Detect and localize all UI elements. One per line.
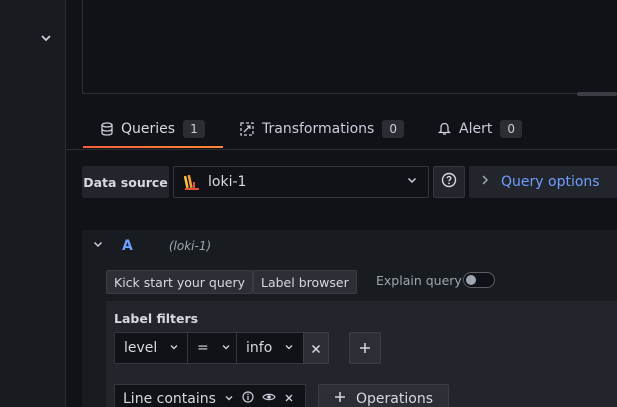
kick-start-button[interactable]: Kick start your query [106,270,254,294]
plus-icon [359,339,371,358]
database-icon [101,122,113,136]
explain-query-label: Explain query [376,273,462,288]
operation-line-contains[interactable]: Line contains [114,384,306,407]
sidebar [0,0,66,407]
eye-icon[interactable] [262,391,276,407]
chevron-down-icon [169,340,179,356]
datasource-name: loki-1 [208,174,247,190]
tab-count-badge: 0 [500,120,522,138]
help-button[interactable] [433,166,465,198]
datasource-label: Data source [82,166,169,198]
query-options-button[interactable]: Query options [469,166,617,198]
filter-operator-value: = [197,340,209,356]
explain-query-toggle[interactable] [463,272,495,288]
chevron-down-icon [406,174,418,190]
filter-label-select[interactable]: level [114,332,188,364]
filter-value-select[interactable]: info [236,332,304,364]
label-filters-title: Label filters [114,311,199,326]
close-icon[interactable] [284,391,294,407]
tab-count-badge: 0 [382,120,404,138]
query-row-header[interactable]: A (loki-1) [82,230,617,262]
transform-icon [240,122,254,136]
close-icon [311,339,321,358]
tab-label: Alert [459,121,493,137]
tab-alert[interactable]: Alert 0 [438,110,522,148]
add-operations-button[interactable]: Operations [318,384,449,407]
chevron-down-icon[interactable] [92,238,104,254]
chevron-down-icon [221,340,231,356]
panel-preview [82,0,617,94]
operation-name: Line contains [123,391,216,407]
label-browser-button[interactable]: Label browser [253,270,357,294]
question-circle-icon [441,172,457,192]
tab-transformations[interactable]: Transformations 0 [240,110,404,148]
filter-label-value: level [124,340,158,356]
chevron-right-icon [481,174,489,190]
chevron-down-icon [284,340,294,356]
query-ref-id[interactable]: A [122,238,133,254]
filter-operator-select[interactable]: = [187,332,237,364]
query-options-label: Query options [501,174,600,190]
resize-handle[interactable] [577,92,617,96]
chevron-down-icon[interactable] [39,30,53,44]
bell-icon [438,122,451,136]
remove-filter-button[interactable] [303,332,329,364]
tab-label: Queries [121,121,176,137]
plus-icon [334,391,346,407]
tab-queries[interactable]: Queries 1 [101,110,205,148]
info-icon[interactable] [242,391,254,407]
filter-value-text: info [246,340,273,356]
tab-count-badge: 1 [183,120,205,138]
query-datasource-name: (loki-1) [168,239,212,253]
datasource-picker[interactable]: loki-1 [173,166,429,198]
editor-tabs: Queries 1 Transformations 0 Alert 0 [66,110,617,150]
operations-label: Operations [356,391,433,407]
tab-label: Transformations [262,121,375,137]
add-filter-button[interactable] [349,332,381,364]
toggle-knob [466,275,476,285]
loki-logo-icon [183,173,200,191]
chevron-down-icon[interactable] [224,391,234,407]
active-tab-indicator [83,146,223,148]
